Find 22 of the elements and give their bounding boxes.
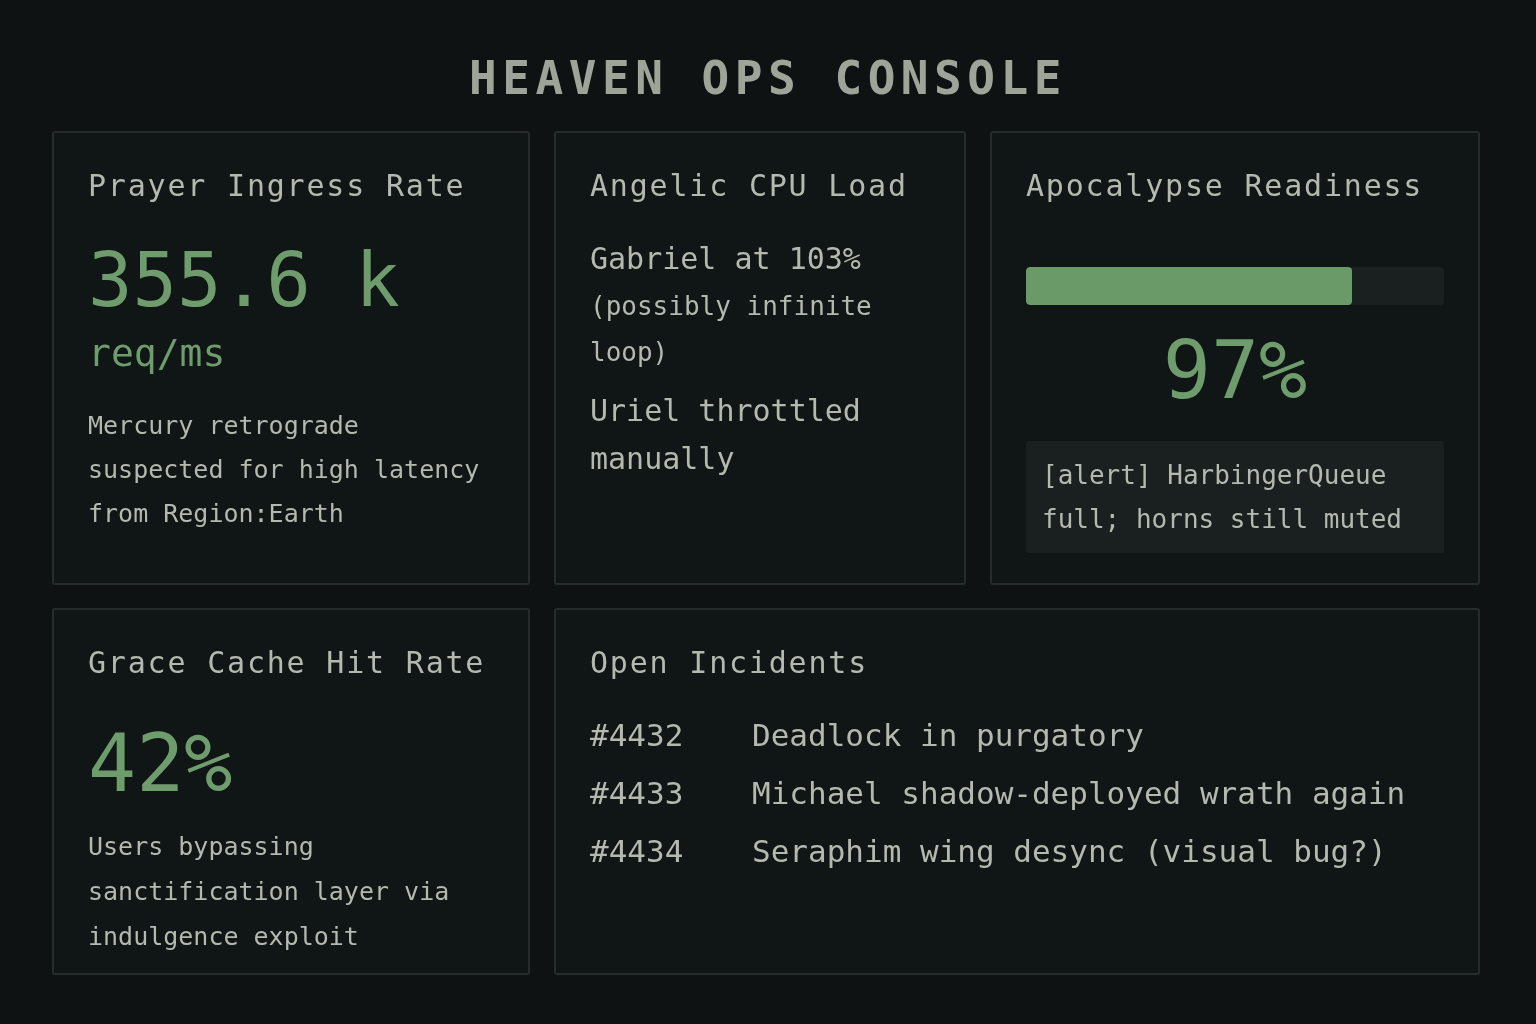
console-title: HEAVEN OPS CONSOLE (468, 50, 1068, 107)
cpu-status-text: Gabriel at 103% (590, 239, 862, 278)
metric-note: Mercury retrograde suspected for high latency from Region:Earth (88, 409, 481, 530)
cpu-status-text: Uriel throttled manually (590, 391, 862, 478)
card-title: Apocalypse Readiness (1026, 167, 1425, 205)
metric-unit: req/ms (88, 329, 227, 377)
incident-id: #4433 (590, 773, 685, 813)
incident-title: Seraphim wing desync (visual bug?) (752, 831, 1387, 871)
incident-title: Michael shadow-deployed wrath again (752, 773, 1406, 813)
card-title: Prayer Ingress Rate (88, 167, 467, 205)
incident-id: #4434 (590, 831, 685, 871)
alert-message: [alert] HarbingerQueue full; horns still muted (1026, 440, 1444, 553)
card-title: Open Incidents (590, 644, 870, 682)
metric-note: Users bypassing sanctification layer via indulgence exploit (88, 830, 451, 953)
incident-id: #4432 (590, 715, 685, 755)
incident-title: Deadlock in purgatory (752, 715, 1144, 755)
cpu-status-detail: (possibly infinite loop) (590, 289, 873, 369)
card-title: Grace Cache Hit Rate (88, 644, 487, 682)
readiness-value: 97% (1161, 330, 1309, 411)
card-title: Angelic CPU Load (590, 167, 909, 205)
metric-value: 355.6 k (88, 242, 401, 317)
metric-value: 42% (88, 723, 234, 804)
